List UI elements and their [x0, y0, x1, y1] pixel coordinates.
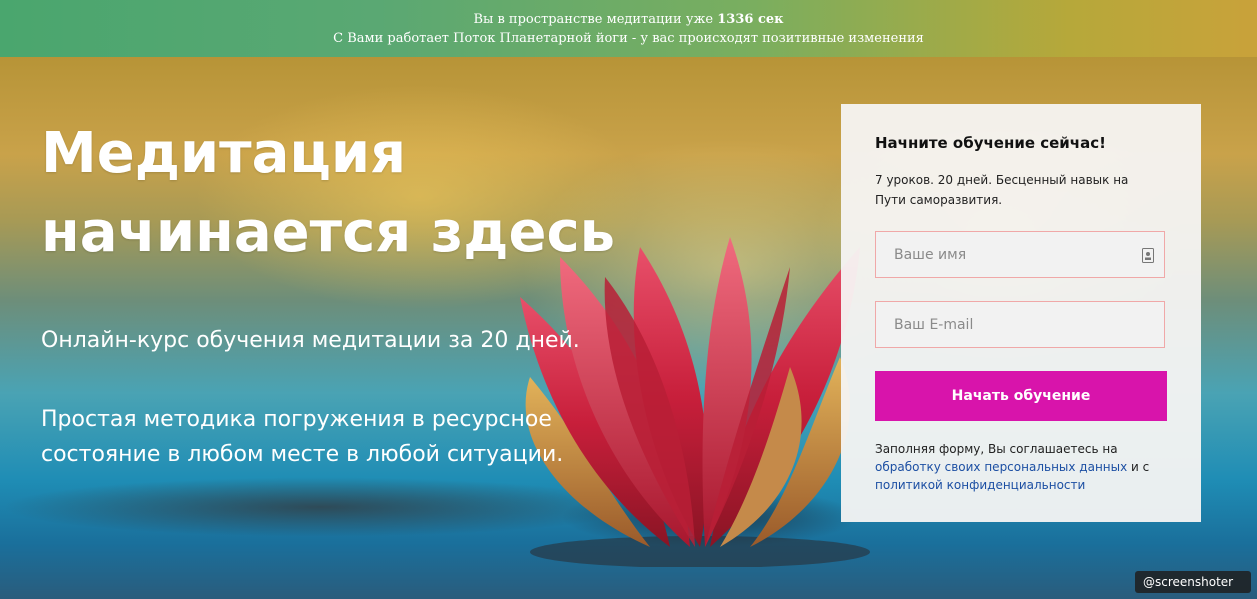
- banner-prefix: Вы в пространстве медитации уже: [473, 12, 718, 27]
- banner-seconds: 1336 сек: [717, 12, 784, 27]
- page-headline: Медитация начинается здесь: [41, 114, 615, 272]
- hero-description: Простая методика погружения в ресурсное …: [41, 407, 564, 467]
- personal-data-link[interactable]: обработку своих персональных данных: [875, 460, 1127, 474]
- consent-prefix: Заполняя форму, Вы соглашаетесь на: [875, 442, 1118, 456]
- meditation-timer-banner: Вы в пространстве медитации уже 1336 сек…: [0, 0, 1257, 57]
- signup-form: Начните обучение сейчас! 7 уроков. 20 дн…: [841, 104, 1201, 522]
- hero-subtitle: Онлайн-курс обучения медитации за 20 дне…: [41, 328, 580, 353]
- consent-middle: и с: [1127, 460, 1150, 474]
- form-title: Начните обучение сейчас!: [875, 134, 1106, 152]
- banner-line-2: С Вами работает Поток Планетарной йоги -…: [333, 31, 924, 46]
- consent-text: Заполняя форму, Вы соглашаетесь на обраб…: [875, 440, 1165, 494]
- privacy-policy-link[interactable]: политикой конфиденциальности: [875, 478, 1085, 492]
- headline-line-1: Медитация: [41, 121, 407, 186]
- name-input[interactable]: [876, 232, 1164, 277]
- start-learning-button[interactable]: Начать обучение: [875, 371, 1167, 421]
- banner-line-1: Вы в пространстве медитации уже 1336 сек: [0, 12, 1257, 27]
- screenshoter-watermark: @screenshoter: [1135, 571, 1251, 593]
- email-input[interactable]: [876, 302, 1164, 347]
- headline-line-2: начинается здесь: [41, 200, 616, 265]
- name-field-wrapper: [875, 231, 1165, 278]
- form-description: 7 уроков. 20 дней. Бесценный навык на Пу…: [875, 173, 1129, 207]
- contact-card-icon: [1142, 248, 1154, 263]
- email-field-wrapper: [875, 301, 1165, 348]
